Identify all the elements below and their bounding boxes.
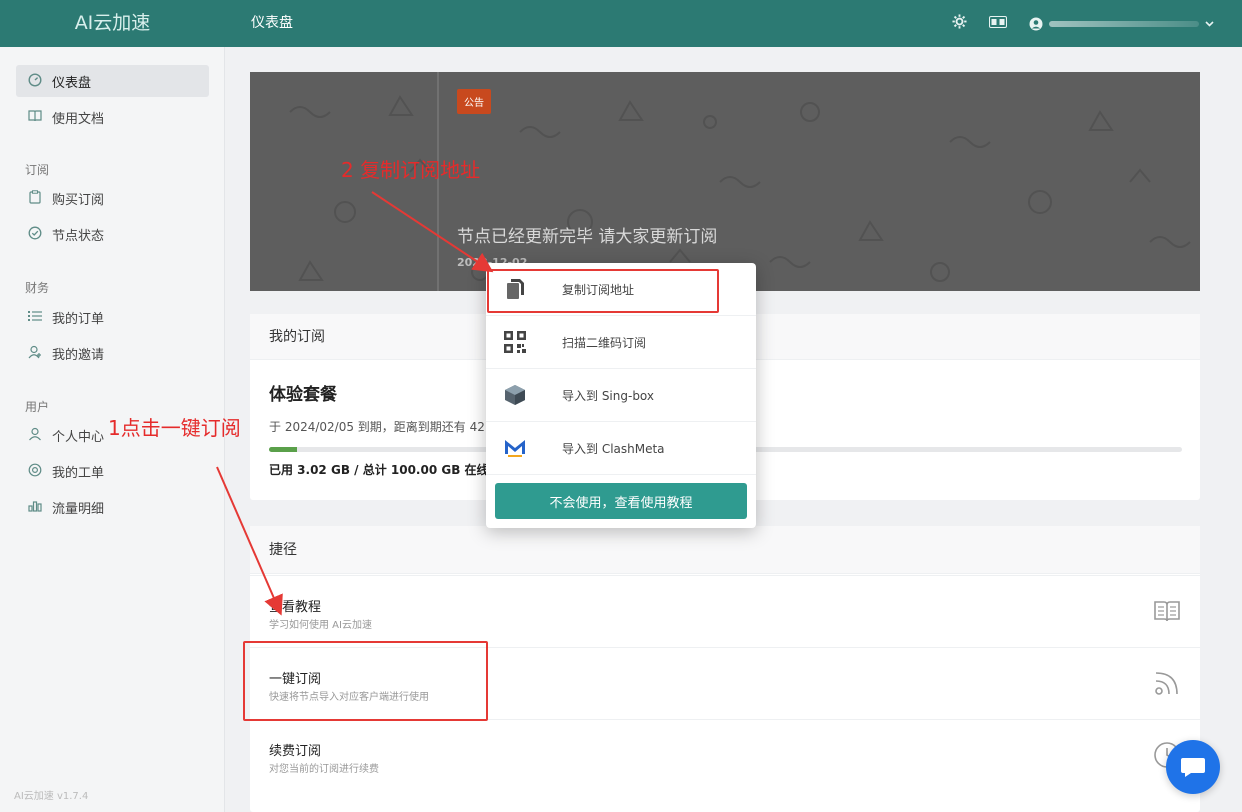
announcement-title: 节点已经更新完毕 请大家更新订阅 <box>457 227 718 247</box>
nav-group-finance: 财务 <box>25 281 50 295</box>
sidebar-item-label: 我的邀请 <box>52 347 105 363</box>
highlight-one-click-subscribe <box>243 641 488 721</box>
top-bar: AI云加速 仪表盘 <box>0 0 1242 47</box>
sidebar-item-tickets[interactable]: 我的工单 <box>16 455 209 487</box>
shortcut-subtitle: 学习如何使用 AI云加速 <box>269 620 372 631</box>
plan-name: 体验套餐 <box>269 385 337 405</box>
nav-group-subscribe: 订阅 <box>25 163 50 177</box>
sidebar-item-node-status[interactable]: 节点状态 <box>16 218 209 250</box>
chat-support-button[interactable] <box>1166 740 1220 794</box>
chat-bubble-icon <box>1181 758 1205 777</box>
plan-expiry: 于 2024/02/05 到期，距离到期还有 42 <box>269 420 485 434</box>
popup-item-label: 导入到 ClashMeta <box>562 442 665 456</box>
person-icon <box>26 427 43 444</box>
shortcut-title: 续费订阅 <box>269 744 322 759</box>
user-menu[interactable] <box>1029 17 1214 31</box>
check-circle-icon <box>26 226 43 243</box>
user-icon <box>1029 17 1043 30</box>
book-icon <box>26 109 43 125</box>
usage-progress-fill <box>269 447 297 452</box>
book-open-icon <box>1154 601 1180 622</box>
sidebar-item-label: 我的订单 <box>52 311 105 327</box>
sidebar-item-label: 购买订阅 <box>52 192 105 208</box>
shortcut-title: 查看教程 <box>269 600 322 615</box>
user-name-blurred <box>1049 20 1199 27</box>
invite-icon <box>26 345 43 362</box>
shortcut-tutorial[interactable]: 查看教程 学习如何使用 AI云加速 <box>250 575 1200 647</box>
support-icon <box>26 463 43 480</box>
sidebar-item-label: 个人中心 <box>52 429 105 445</box>
sidebar-item-dashboard[interactable]: 仪表盘 <box>16 65 209 97</box>
sidebar-item-traffic[interactable]: 流量明细 <box>16 491 209 523</box>
popup-item-qrcode[interactable]: 扫描二维码订阅 <box>486 316 756 369</box>
popup-item-singbox[interactable]: 导入到 Sing-box <box>486 369 756 422</box>
dashboard-icon <box>26 72 43 90</box>
nav-group-user: 用户 <box>25 400 50 414</box>
shortcut-subtitle: 对您当前的订阅进行续费 <box>269 764 379 775</box>
sidebar-item-label: 我的工单 <box>52 465 105 481</box>
shortcut-renew[interactable]: 续费订阅 对您当前的订阅进行续费 <box>250 719 1200 791</box>
sidebar-item-label: 节点状态 <box>52 228 105 244</box>
shortcuts-heading: 捷径 <box>250 526 1200 574</box>
translate-icon[interactable] <box>989 15 1007 32</box>
sidebar-item-label: 仪表盘 <box>52 75 92 91</box>
tutorial-button[interactable]: 不会使用，查看使用教程 <box>495 483 747 519</box>
sidebar-item-docs[interactable]: 使用文档 <box>16 101 209 133</box>
announcement-badge: 公告 <box>457 89 491 114</box>
highlight-copy-url <box>487 269 719 313</box>
clipboard-icon <box>26 189 43 207</box>
list-icon <box>26 310 43 325</box>
sidebar-item-orders[interactable]: 我的订单 <box>16 301 209 333</box>
chevron-down-icon <box>1205 21 1214 27</box>
annotation-step-2: 2 复制订阅地址 <box>341 158 481 182</box>
annotation-step-1: 1点击一键订阅 <box>108 416 241 440</box>
rss-icon <box>1155 672 1178 695</box>
bar-chart-icon <box>26 499 43 515</box>
popup-item-label: 扫描二维码订阅 <box>562 336 647 350</box>
singbox-icon <box>505 385 525 405</box>
popup-item-label: 导入到 Sing-box <box>562 389 655 403</box>
app-version: AI云加速 v1.7.4 <box>14 791 89 802</box>
header-actions <box>952 0 1214 47</box>
page-title: 仪表盘 <box>251 15 293 31</box>
sidebar-item-buy[interactable]: 购买订阅 <box>16 182 209 214</box>
gear-icon[interactable] <box>952 14 967 33</box>
clashmeta-icon <box>505 440 525 457</box>
sidebar-item-label: 流量明细 <box>52 501 105 517</box>
qrcode-icon <box>504 331 526 353</box>
usage-text: 已用 3.02 GB / 总计 100.00 GB 在线设 <box>269 463 501 477</box>
sidebar-item-invites[interactable]: 我的邀请 <box>16 337 209 369</box>
sidebar-item-label: 使用文档 <box>52 111 105 127</box>
popup-item-clashmeta[interactable]: 导入到 ClashMeta <box>486 422 756 475</box>
brand-logo[interactable]: AI云加速 <box>0 0 225 47</box>
